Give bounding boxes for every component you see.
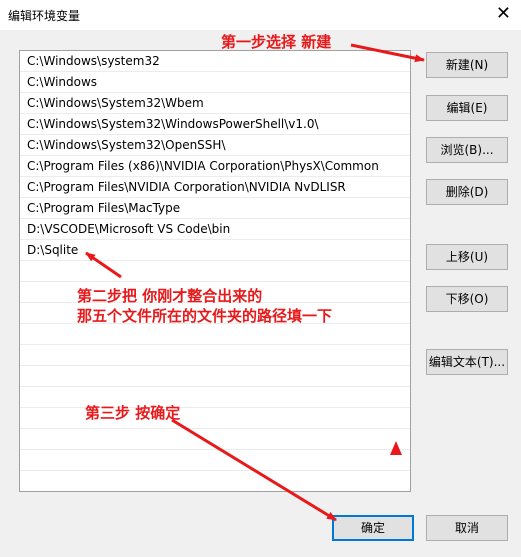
empty-list-row[interactable] xyxy=(20,450,410,471)
list-item[interactable]: C:\Windows\System32\WindowsPowerShell\v1… xyxy=(20,114,410,135)
list-item[interactable]: C:\Program Files (x86)\NVIDIA Corporatio… xyxy=(20,156,410,177)
empty-list-row[interactable] xyxy=(20,324,410,345)
list-item[interactable]: D:\VSCODE\Microsoft VS Code\bin xyxy=(20,219,410,240)
empty-list-row[interactable] xyxy=(20,345,410,366)
empty-list-row[interactable] xyxy=(20,387,410,408)
empty-list-row[interactable] xyxy=(20,471,410,491)
delete-button[interactable]: 删除(D) xyxy=(426,179,508,205)
close-icon[interactable]: ✕ xyxy=(496,3,511,25)
list-item[interactable]: C:\Windows\System32\Wbem xyxy=(20,93,410,114)
path-list[interactable]: C:\Windows\system32 C:\Windows C:\Window… xyxy=(19,50,411,492)
list-item[interactable]: C:\Windows\system32 xyxy=(20,51,410,72)
move-down-button[interactable]: 下移(O) xyxy=(426,286,508,312)
list-item[interactable]: D:\Sqlite xyxy=(20,240,410,261)
list-item[interactable]: C:\Windows\System32\OpenSSH\ xyxy=(20,135,410,156)
empty-list-row[interactable] xyxy=(20,429,410,450)
ok-button[interactable]: 确定 xyxy=(332,515,414,541)
empty-list-row[interactable] xyxy=(20,261,410,282)
list-item[interactable]: C:\Program Files\MacType xyxy=(20,198,410,219)
cancel-button[interactable]: 取消 xyxy=(426,515,508,541)
window-title: 编辑环境变量 xyxy=(8,9,81,23)
list-item[interactable]: C:\Windows xyxy=(20,72,410,93)
step2-annotation-line1: 第二步把 你刚才整合出来的 xyxy=(77,287,263,305)
step3-annotation: 第三步 按确定 xyxy=(85,404,181,422)
list-item[interactable]: C:\Program Files\NVIDIA Corporation\NVID… xyxy=(20,177,410,198)
step2-annotation-line2: 那五个文件所在的文件夹的路径填一下 xyxy=(77,307,333,325)
new-button[interactable]: 新建(N) xyxy=(426,52,508,78)
empty-list-row[interactable] xyxy=(20,366,410,387)
browse-button[interactable]: 浏览(B)... xyxy=(426,137,508,163)
empty-list-row[interactable] xyxy=(20,408,410,429)
title-bar: 编辑环境变量 ✕ xyxy=(0,0,521,30)
move-up-button[interactable]: 上移(U) xyxy=(426,244,508,270)
edit-text-button[interactable]: 编辑文本(T)... xyxy=(426,349,508,375)
step1-annotation: 第一步选择 新建 xyxy=(221,33,332,51)
edit-button[interactable]: 编辑(E) xyxy=(426,95,508,121)
